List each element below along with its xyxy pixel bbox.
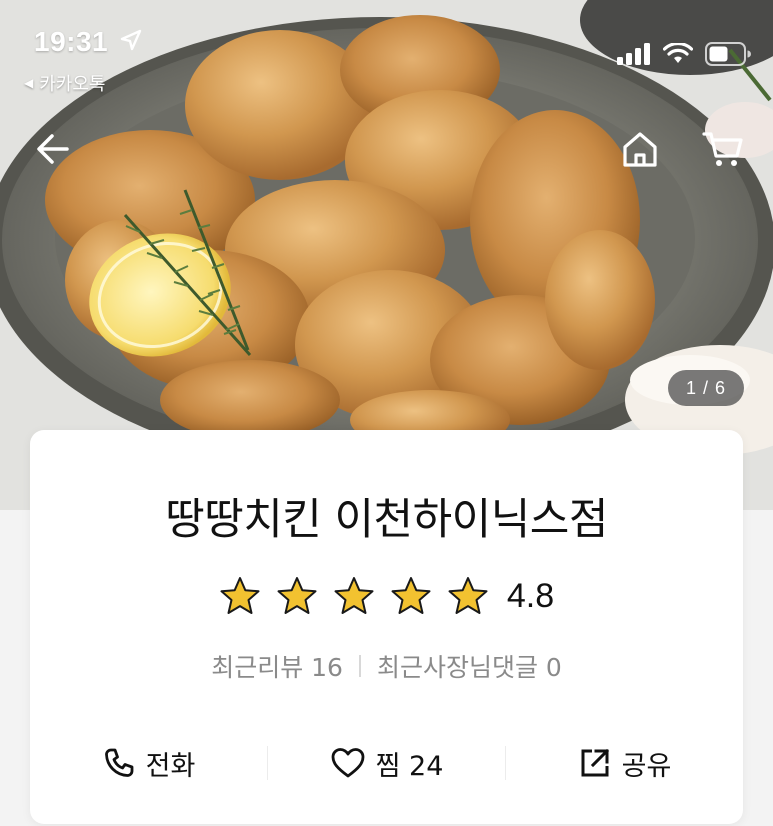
back-triangle-icon: ◀: [24, 76, 34, 90]
star-icon: [391, 577, 431, 614]
share-label: 공유: [621, 750, 672, 782]
image-page-counter: 1 / 6: [668, 370, 744, 406]
battery-icon: [705, 42, 751, 66]
meta-divider: [358, 655, 361, 677]
store-info-card: 땅땅치킨 이천하이닉스점 4.8 최근리뷰 16 최근사장님댓글 0 전화 찜 …: [30, 430, 743, 824]
like-label: 찜 24: [375, 750, 444, 782]
call-label: 전화: [145, 750, 196, 782]
star-icon: [277, 577, 317, 614]
star-icon: [448, 577, 488, 614]
share-icon: [581, 748, 609, 777]
rating-row: 4.8: [30, 576, 743, 616]
star-rating: [219, 576, 489, 616]
signal-icon: [617, 43, 650, 65]
action-bar: 전화 찜 24 공유: [30, 735, 743, 791]
home-button[interactable]: [617, 126, 663, 172]
heart-icon: [331, 748, 365, 778]
back-button[interactable]: [30, 126, 76, 172]
back-arrow-icon: [37, 134, 69, 164]
cart-icon: [702, 132, 743, 166]
call-button[interactable]: 전화: [30, 735, 267, 791]
star-icon: [334, 577, 374, 614]
cart-button[interactable]: [700, 126, 746, 172]
status-time: 19:31: [34, 26, 109, 57]
rating-value: 4.8: [506, 576, 555, 615]
like-button[interactable]: 찜 24: [268, 735, 505, 791]
back-app-label: 카카오톡: [39, 74, 106, 95]
status-bar: 19:31 ◀ 카카오톡: [0, 0, 773, 100]
location-arrow-icon: [120, 29, 142, 51]
review-meta: 최근리뷰 16 최근사장님댓글 0: [30, 648, 743, 684]
share-button[interactable]: 공유: [506, 735, 743, 791]
back-to-app-link[interactable]: ◀ 카카오톡: [24, 70, 105, 96]
home-icon: [623, 132, 657, 167]
phone-icon: [104, 748, 134, 777]
star-icon: [220, 577, 260, 614]
recent-reviews-link[interactable]: 최근리뷰 16: [211, 648, 343, 684]
store-name: 땅땅치킨 이천하이닉스점: [165, 495, 608, 545]
owner-replies-link[interactable]: 최근사장님댓글 0: [377, 648, 562, 684]
wifi-icon: [663, 43, 693, 63]
